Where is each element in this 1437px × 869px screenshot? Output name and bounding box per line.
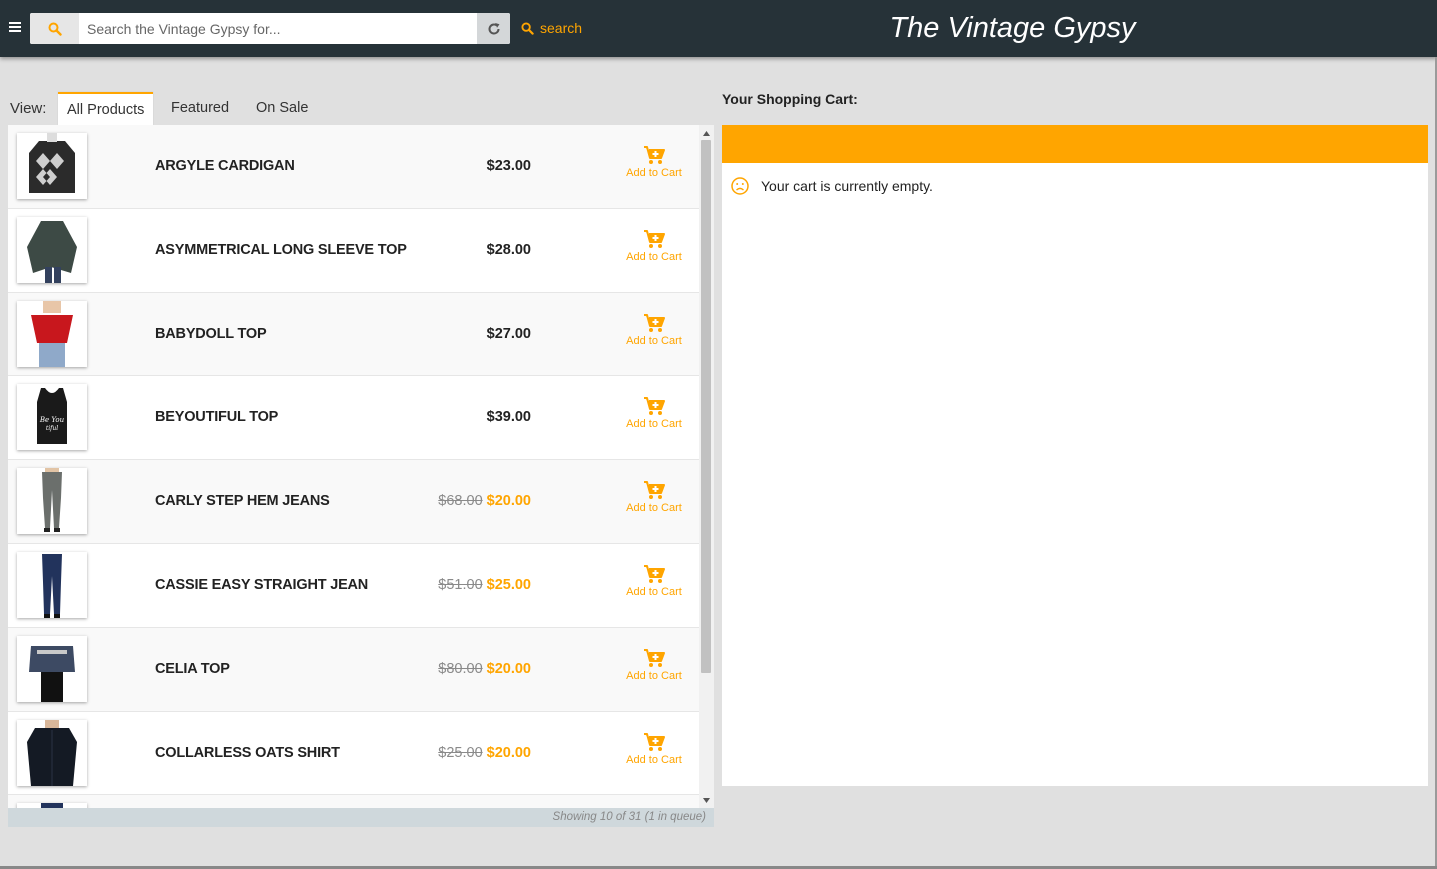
product-sale-price: $20.00: [486, 660, 531, 677]
add-to-cart-label: Add to Cart: [626, 334, 682, 347]
add-to-cart-label: Add to Cart: [626, 585, 682, 598]
add-to-cart-button[interactable]: Add to Cart: [614, 145, 694, 179]
menu-icon[interactable]: [6, 15, 24, 39]
scroll-up-arrow[interactable]: [699, 127, 714, 139]
cart-add-icon: [644, 732, 665, 751]
cart-panel: Your cart is currently empty.: [722, 125, 1428, 786]
product-sale-price: $20.00: [486, 493, 531, 510]
product-row-partial: [8, 795, 699, 808]
product-name[interactable]: BEYOUTIFUL TOP: [155, 376, 278, 459]
tab-featured[interactable]: Featured: [162, 92, 238, 125]
cart-add-icon: [644, 313, 665, 332]
cart-add-icon: [644, 397, 665, 416]
scroll-down-arrow[interactable]: [699, 794, 714, 806]
add-to-cart-label: Add to Cart: [626, 669, 682, 682]
cart-empty-message: Your cart is currently empty.: [761, 178, 933, 194]
sad-face-icon: [731, 177, 749, 195]
product-sale-price: $25.00: [486, 576, 531, 593]
search-icon: [30, 13, 79, 44]
search-input[interactable]: [79, 13, 477, 44]
add-to-cart-label: Add to Cart: [626, 167, 682, 179]
product-image[interactable]: [17, 551, 87, 618]
add-to-cart-button[interactable]: Add to Cart: [614, 396, 694, 430]
add-to-cart-button[interactable]: Add to Cart: [614, 480, 694, 514]
product-price: $80.00 $20.00: [438, 628, 531, 711]
product-name[interactable]: CASSIE EASY STRAIGHT JEAN: [155, 544, 368, 627]
product-price: $23.00: [487, 125, 531, 208]
product-price: $51.00 $25.00: [438, 544, 531, 627]
add-to-cart-button[interactable]: Add to Cart: [614, 564, 694, 598]
product-regular-price: $28.00: [486, 241, 531, 258]
product-image[interactable]: [17, 468, 87, 535]
product-list-rows: ARGYLE CARDIGAN $23.00 Add to Cart ASYMMETR…: [8, 125, 699, 808]
product-old-price: $68.00: [438, 493, 483, 510]
search-link-icon: [521, 21, 534, 35]
product-price: $28.00: [487, 209, 531, 292]
product-row: COLLARLESS OATS SHIRT $25.00 $20.00 Add to …: [8, 711, 699, 796]
product-row: CASSIE EASY STRAIGHT JEAN $51.00 $25.00 Add…: [8, 543, 699, 628]
search-box: [30, 13, 510, 44]
cart-add-icon: [644, 564, 665, 583]
search-button-label: search: [540, 20, 583, 36]
product-image[interactable]: Be You tiful: [17, 384, 87, 451]
add-to-cart-label: Add to Cart: [626, 753, 682, 766]
product-row: ASYMMETRICAL LONG SLEEVE TOP $28.00 Add to…: [8, 208, 699, 293]
cart-add-icon: [644, 648, 665, 667]
cart-add-icon: [644, 229, 665, 248]
product-old-price: $80.00: [438, 660, 483, 677]
cart-empty: Your cart is currently empty.: [731, 177, 933, 195]
product-price: $68.00 $20.00: [438, 460, 531, 543]
add-to-cart-label: Add to Cart: [626, 418, 682, 431]
product-name[interactable]: BABYDOLL TOP: [155, 293, 267, 376]
product-name[interactable]: ASYMMETRICAL LONG SLEEVE TOP: [155, 209, 407, 292]
product-list: ARGYLE CARDIGAN $23.00 Add to Cart ASYMMETR…: [8, 125, 714, 808]
add-to-cart-button[interactable]: Add to Cart: [614, 229, 694, 263]
product-image[interactable]: [17, 133, 87, 199]
product-regular-price: $23.00: [486, 158, 531, 174]
view-label: View:: [10, 100, 47, 117]
product-regular-price: $27.00: [486, 325, 531, 342]
product-image[interactable]: [17, 719, 87, 786]
product-row: ARGYLE CARDIGAN $23.00 Add to Cart: [8, 125, 699, 209]
product-image[interactable]: [17, 216, 87, 283]
product-row: BABYDOLL TOP $27.00 Add to Cart: [8, 292, 699, 377]
add-to-cart-button[interactable]: Add to Cart: [614, 648, 694, 682]
search-button[interactable]: search: [521, 18, 582, 38]
svg-text:Be You: Be You: [39, 416, 65, 424]
add-to-cart-button[interactable]: Add to Cart: [614, 732, 694, 766]
refresh-icon[interactable]: [477, 13, 510, 44]
add-to-cart-label: Add to Cart: [626, 250, 682, 263]
scroll-thumb[interactable]: [701, 140, 711, 673]
product-price: $39.00: [487, 376, 531, 459]
list-status: Showing 10 of 31 (1 in queue): [8, 808, 714, 827]
cart-title: Your Shopping Cart:: [722, 91, 858, 107]
cart-add-icon: [644, 481, 665, 500]
add-to-cart-label: Add to Cart: [626, 502, 682, 515]
product-old-price: $25.00: [438, 744, 483, 761]
brand-title: The Vintage Gypsy: [889, 12, 1136, 44]
tab-all-products[interactable]: All Products: [58, 92, 154, 125]
product-image[interactable]: [17, 300, 87, 367]
tab-on-sale[interactable]: On Sale: [247, 92, 317, 125]
product-name[interactable]: COLLARLESS OATS SHIRT: [155, 712, 340, 795]
cart-header-bar: [722, 125, 1428, 163]
product-name[interactable]: CELIA TOP: [155, 628, 230, 711]
svg-text:tiful: tiful: [46, 425, 58, 432]
product-regular-price: $39.00: [486, 409, 531, 426]
product-image[interactable]: [17, 635, 87, 702]
product-price: $25.00 $20.00: [438, 712, 531, 795]
cart-add-icon: [644, 146, 665, 164]
product-name[interactable]: ARGYLE CARDIGAN: [155, 125, 295, 208]
product-row: Be You tiful BEYOUTIFUL TOP $39.00 Add to Ca…: [8, 376, 699, 461]
app-header: search The Vintage Gypsy: [0, 0, 1437, 57]
product-old-price: $51.00: [438, 576, 483, 593]
list-scrollbar[interactable]: [699, 125, 714, 808]
product-sale-price: $20.00: [486, 744, 531, 761]
product-price: $27.00: [487, 293, 531, 376]
product-name[interactable]: CARLY STEP HEM JEANS: [155, 460, 330, 543]
product-row: CARLY STEP HEM JEANS $68.00 $20.00 Add to C…: [8, 460, 699, 544]
product-row: CELIA TOP $80.00 $20.00 Add to Cart: [8, 627, 699, 712]
add-to-cart-button[interactable]: Add to Cart: [614, 313, 694, 347]
